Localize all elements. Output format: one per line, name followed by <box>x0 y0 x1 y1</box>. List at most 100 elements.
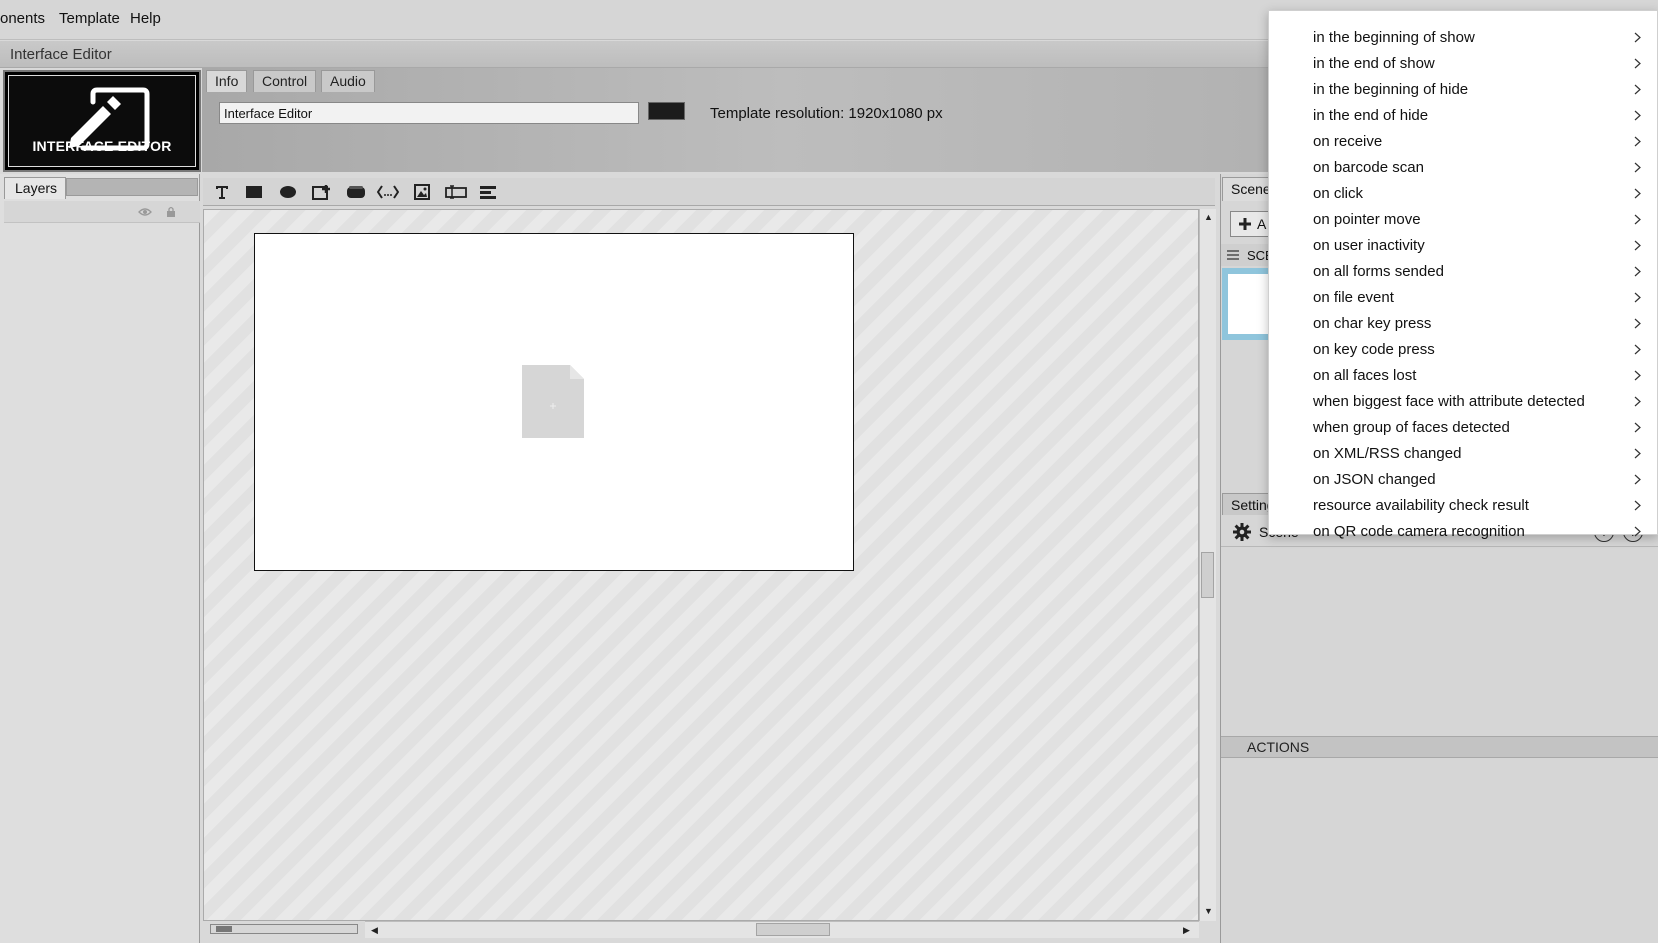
template-color-swatch[interactable] <box>648 102 685 120</box>
chevron-right-icon <box>1634 232 1641 258</box>
text-tool-icon[interactable] <box>209 181 235 203</box>
logo-frame: INTERFACE EDITOR <box>8 75 196 167</box>
drag-handle-icon[interactable] <box>1227 250 1239 260</box>
rectangle-tool-icon[interactable] <box>241 181 267 203</box>
scroll-down-arrow-icon[interactable]: ▼ <box>1204 906 1213 916</box>
zoom-slider-handle[interactable] <box>216 926 232 932</box>
tab-info[interactable]: Info <box>206 70 248 92</box>
context-menu-item-label: on JSON changed <box>1313 470 1436 488</box>
scroll-right-arrow-icon[interactable]: ▶ <box>1183 925 1190 936</box>
chevron-right-icon <box>1634 440 1641 466</box>
chevron-right-icon <box>1634 466 1641 492</box>
scroll-up-arrow-icon[interactable]: ▲ <box>1204 212 1213 222</box>
window-title: Interface Editor <box>10 46 112 63</box>
chevron-right-icon <box>1634 50 1641 76</box>
scroll-left-arrow-icon[interactable]: ◀ <box>371 925 378 936</box>
image-tool-icon[interactable] <box>409 181 435 203</box>
context-menu-item[interactable]: on pointer move <box>1269 206 1657 232</box>
context-menu-item[interactable]: when group of faces detected <box>1269 414 1657 440</box>
tab-audio[interactable]: Audio <box>321 70 375 92</box>
chevron-right-icon <box>1634 284 1641 310</box>
context-menu-item-label: on QR code camera recognition <box>1313 522 1525 540</box>
chevron-right-icon <box>1634 180 1641 206</box>
menu-help[interactable]: Help <box>130 10 161 27</box>
context-menu-item[interactable]: in the end of hide <box>1269 102 1657 128</box>
context-menu-item-label: on file event <box>1313 288 1394 306</box>
context-menu-item-label: on key code press <box>1313 340 1435 358</box>
context-menu-item-label: in the end of hide <box>1313 106 1429 124</box>
chevron-right-icon <box>1634 492 1641 518</box>
context-menu-item-label: in the beginning of hide <box>1313 80 1469 98</box>
html-tool-icon[interactable] <box>375 181 401 203</box>
context-menu-item-label: on barcode scan <box>1313 158 1424 176</box>
plus-icon <box>1239 218 1251 230</box>
context-menu-item[interactable]: when biggest face with attribute detecte… <box>1269 388 1657 414</box>
layers-header <box>4 201 200 223</box>
chevron-right-icon <box>1634 336 1641 362</box>
menu-template[interactable]: Template <box>59 10 120 27</box>
context-menu-item-label: on user inactivity <box>1313 236 1425 254</box>
logo-caption: INTERFACE EDITOR <box>32 138 172 154</box>
context-menu-item-label: resource availability check result <box>1313 496 1529 514</box>
chevron-right-icon <box>1634 518 1641 544</box>
context-menu-item[interactable]: on receive <box>1269 128 1657 154</box>
eye-icon[interactable] <box>138 207 152 217</box>
chevron-right-icon <box>1634 24 1641 50</box>
context-menu-item-label: when biggest face with attribute detecte… <box>1313 392 1585 410</box>
chevron-right-icon <box>1634 206 1641 232</box>
template-resolution-label: Template resolution: 1920x1080 px <box>710 105 943 122</box>
context-menu-item-label: on char key press <box>1313 314 1432 332</box>
context-menu-item[interactable]: on file event <box>1269 284 1657 310</box>
context-menu-item[interactable]: resource availability check result <box>1269 492 1657 518</box>
chevron-right-icon <box>1634 128 1641 154</box>
app-logo: INTERFACE EDITOR <box>3 70 201 172</box>
context-menu-item-label: on pointer move <box>1313 210 1421 228</box>
gear-icon <box>1233 522 1251 541</box>
tab-layers[interactable]: Layers <box>4 177 66 199</box>
horizontal-scroll-thumb[interactable] <box>756 923 830 936</box>
menu-components[interactable]: onents <box>0 10 45 27</box>
chevron-right-icon <box>1634 362 1641 388</box>
context-menu-item[interactable]: in the beginning of show <box>1269 24 1657 50</box>
add-scene-label: A <box>1257 216 1267 232</box>
add-frame-tool-icon[interactable] <box>309 181 335 203</box>
align-tool-icon[interactable] <box>475 181 501 203</box>
context-menu-item-label: when group of faces detected <box>1313 418 1510 436</box>
chevron-right-icon <box>1634 76 1641 102</box>
context-menu-item[interactable]: on QR code camera recognition <box>1269 518 1657 544</box>
chevron-right-icon <box>1634 310 1641 336</box>
chevron-right-icon <box>1634 414 1641 440</box>
context-menu-item[interactable]: on all faces lost <box>1269 362 1657 388</box>
context-menu-item[interactable]: on JSON changed <box>1269 466 1657 492</box>
layers-panel <box>0 174 200 943</box>
context-menu-item-label: on all forms sended <box>1313 262 1444 280</box>
context-menu-item-label: on click <box>1313 184 1364 202</box>
context-menu-item[interactable]: on click <box>1269 180 1657 206</box>
layers-tab-strip <box>66 178 198 196</box>
chevron-right-icon <box>1634 258 1641 284</box>
context-menu-item[interactable]: in the end of show <box>1269 50 1657 76</box>
context-menu-item-label: on all faces lost <box>1313 366 1417 384</box>
context-menu-item[interactable]: in the beginning of hide <box>1269 76 1657 102</box>
context-menu-item[interactable]: on all forms sended <box>1269 258 1657 284</box>
vertical-scroll-thumb[interactable] <box>1201 552 1214 598</box>
context-menu-item-label: on receive <box>1313 132 1383 150</box>
tab-control[interactable]: Control <box>253 70 317 92</box>
ellipse-tool-icon[interactable] <box>275 181 301 203</box>
button-tool-icon[interactable] <box>343 181 369 203</box>
context-menu-item[interactable]: on char key press <box>1269 310 1657 336</box>
zoom-slider[interactable] <box>210 924 358 934</box>
lock-icon[interactable] <box>166 206 176 218</box>
context-menu-item[interactable]: on user inactivity <box>1269 232 1657 258</box>
context-menu-item-label: on XML/RSS changed <box>1313 444 1462 462</box>
chevron-right-icon <box>1634 102 1641 128</box>
context-menu-item[interactable]: on key code press <box>1269 336 1657 362</box>
context-menu-item[interactable]: on barcode scan <box>1269 154 1657 180</box>
event-context-menu: in the beginning of show in the end of sh… <box>1268 10 1658 540</box>
context-menu-item-label: in the beginning of show <box>1313 28 1475 46</box>
chevron-right-icon <box>1634 388 1641 414</box>
input-tool-icon[interactable] <box>443 181 469 203</box>
context-menu-item[interactable]: on XML/RSS changed <box>1269 440 1657 466</box>
template-name-input[interactable] <box>219 102 639 124</box>
empty-document-icon <box>522 365 584 438</box>
